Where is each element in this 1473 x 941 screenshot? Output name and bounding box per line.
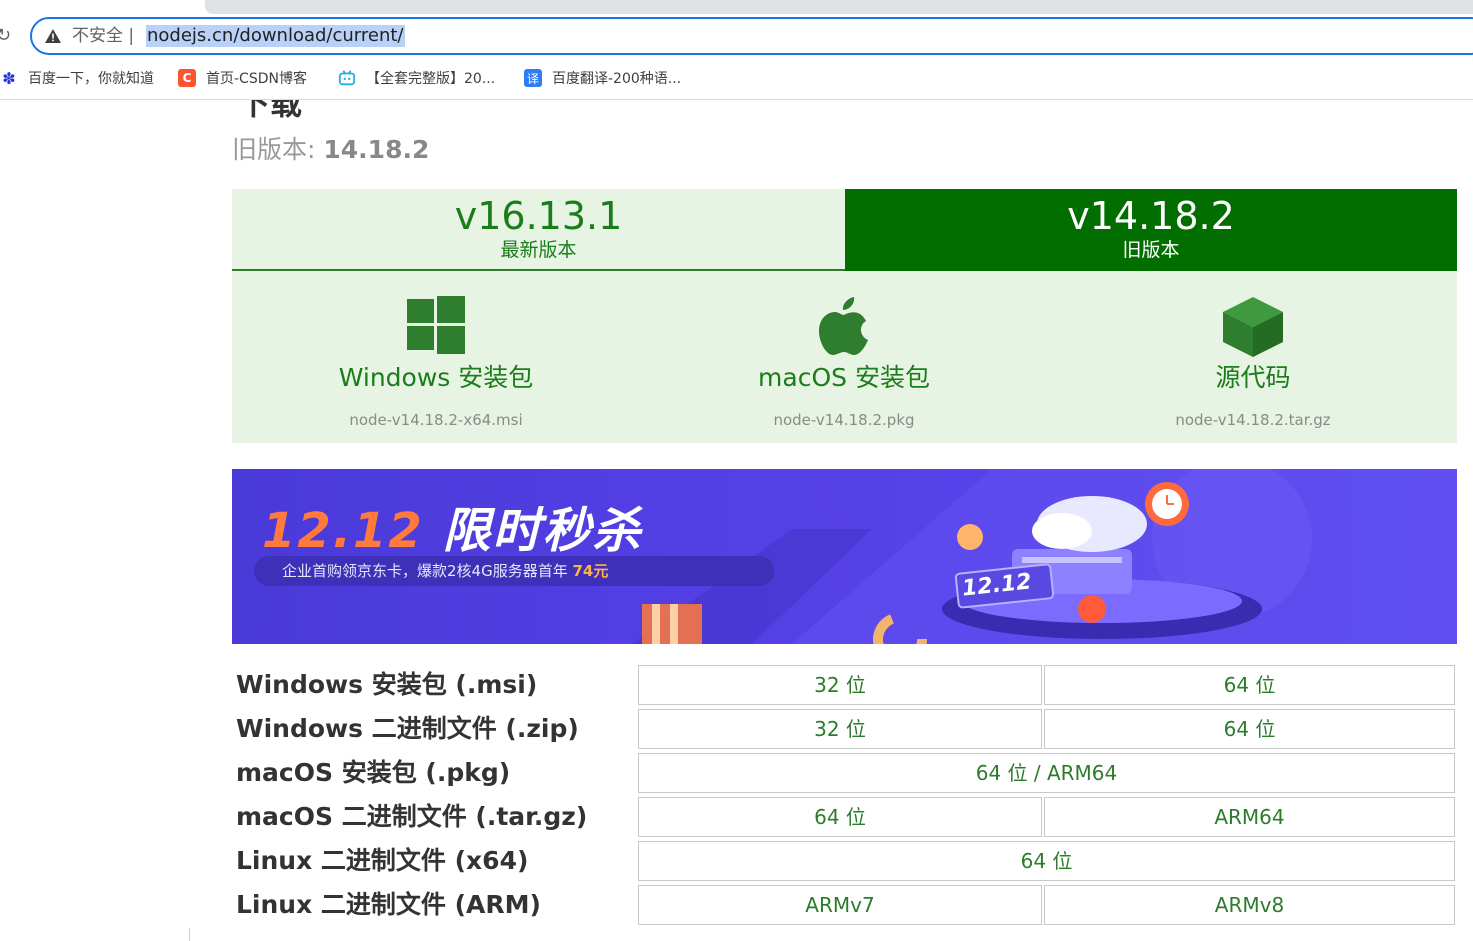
download-link[interactable]: 64 位 (1044, 709, 1455, 749)
download-link[interactable]: ARMv7 (638, 885, 1042, 925)
download-link[interactable]: ARMv8 (1044, 885, 1455, 925)
version-tabs: v16.13.1 最新版本 v14.18.2 旧版本 (232, 189, 1457, 271)
banner-title-date: 12.12 (262, 503, 424, 559)
download-link[interactable]: 64 位 (1044, 665, 1455, 705)
table-row: macOS 安装包 (.pkg) 64 位 / ARM64 (232, 751, 1457, 795)
bilibili-tv-icon (338, 69, 356, 87)
page-heading: 下载 (238, 100, 303, 122)
bookmark-baidu-translate[interactable]: 译 百度翻译-200种语... (524, 67, 681, 89)
baidu-translate-icon: 译 (524, 69, 542, 87)
security-text: 不安全 (72, 26, 123, 46)
download-link[interactable]: 64 位 (638, 841, 1455, 881)
download-link[interactable]: 64 位 (638, 797, 1042, 837)
download-source[interactable]: 源代码 node-v14.18.2.tar.gz (1049, 271, 1457, 443)
download-link[interactable]: 32 位 (638, 709, 1042, 749)
bookmark-bilibili[interactable]: 【全套完整版】20... (338, 67, 495, 89)
table-row: Linux 二进制文件 (x64) 64 位 (232, 839, 1457, 883)
version-number: v16.13.1 (454, 194, 623, 238)
banner-price: 74元 (572, 562, 609, 580)
promo-banner[interactable]: 12.12 限时秒杀 企业首购领京东卡，爆款2核4G服务器首年 74元 12.1… (232, 469, 1457, 644)
banner-title-text: 限时秒杀 (442, 503, 643, 559)
banner-title: 12.12 限时秒杀 (262, 491, 643, 561)
row-label: macOS 安装包 (.pkg) (236, 758, 511, 787)
download-link[interactable]: 64 位 / ARM64 (638, 753, 1455, 793)
bookmark-csdn[interactable]: C 首页-CSDN博客 (178, 67, 307, 89)
table-row: Windows 安装包 (.msi) 32 位 64 位 (232, 663, 1457, 707)
download-windows[interactable]: Windows 安装包 node-v14.18.2-x64.msi (232, 271, 640, 443)
bookmark-label: 百度翻译-200种语... (552, 71, 682, 87)
download-filename: node-v14.18.2.pkg (773, 411, 915, 429)
download-label: 源代码 (1215, 363, 1291, 392)
old-version-value: 14.18.2 (323, 135, 430, 164)
banner-subtitle-text: 企业首购领京东卡，爆款2核4G服务器首年 (282, 562, 568, 580)
url-text[interactable]: nodejs.cn/download/current/ (146, 25, 405, 47)
reload-icon[interactable]: ↻ (0, 27, 12, 45)
table-row: Windows 二进制文件 (.zip) 32 位 64 位 (232, 707, 1457, 751)
baidu-paw-icon: ✽ (2, 68, 16, 88)
bookmark-baidu[interactable]: ✽ 百度一下，你就知道 (0, 67, 154, 89)
row-label: Windows 安装包 (.msi) (236, 670, 538, 699)
download-filename: node-v14.18.2-x64.msi (349, 411, 523, 429)
tab-strip-background (205, 0, 1473, 14)
windows-logo-icon (407, 296, 465, 354)
bookmark-label: 百度一下，你就知道 (28, 71, 154, 87)
banner-subtitle: 企业首购领京东卡，爆款2核4G服务器首年 74元 (254, 556, 774, 586)
tab-strip (0, 0, 1473, 14)
security-label[interactable]: 不安全 | (72, 25, 134, 47)
download-macos[interactable]: macOS 安装包 node-v14.18.2.pkg (640, 271, 1048, 443)
apple-logo-icon (819, 297, 868, 355)
old-version-line: 旧版本: 14.18.2 (232, 130, 429, 166)
row-label: Linux 二进制文件 (ARM) (236, 890, 541, 919)
bookmark-label: 【全套完整版】20... (366, 71, 496, 87)
page-content: 下载 旧版本: 14.18.2 v16.13.1 最新版本 v14.18.2 旧… (0, 100, 1473, 941)
download-label: Windows 安装包 (338, 363, 534, 392)
download-panel: Windows 安装包 node-v14.18.2-x64.msi macOS … (232, 271, 1457, 443)
row-label: macOS 二进制文件 (.tar.gz) (236, 802, 588, 831)
tab-old-version[interactable]: v14.18.2 旧版本 (845, 189, 1457, 271)
table-row: Linux 二进制文件 (ARM) ARMv7 ARMv8 (232, 883, 1457, 927)
version-number: v14.18.2 (1067, 194, 1235, 238)
table-row: macOS 二进制文件 (.tar.gz) 64 位 ARM64 (232, 795, 1457, 839)
bookmark-label: 首页-CSDN博客 (206, 71, 307, 87)
download-link[interactable]: 32 位 (638, 665, 1042, 705)
download-filename: node-v14.18.2.tar.gz (1175, 411, 1331, 429)
download-link[interactable]: ARM64 (1044, 797, 1455, 837)
row-label: Linux 二进制文件 (x64) (236, 846, 529, 875)
csdn-icon: C (178, 69, 196, 87)
version-caption: 最新版本 (500, 239, 577, 261)
warning-triangle-icon[interactable] (44, 28, 62, 44)
download-label: macOS 安装包 (758, 363, 930, 392)
source-cube-icon (1223, 297, 1283, 357)
row-label: Windows 二进制文件 (.zip) (236, 714, 579, 743)
tab-latest-version[interactable]: v16.13.1 最新版本 (232, 189, 845, 271)
version-caption: 旧版本 (1122, 239, 1180, 261)
divider (189, 928, 190, 941)
old-version-label: 旧版本: (232, 135, 316, 164)
